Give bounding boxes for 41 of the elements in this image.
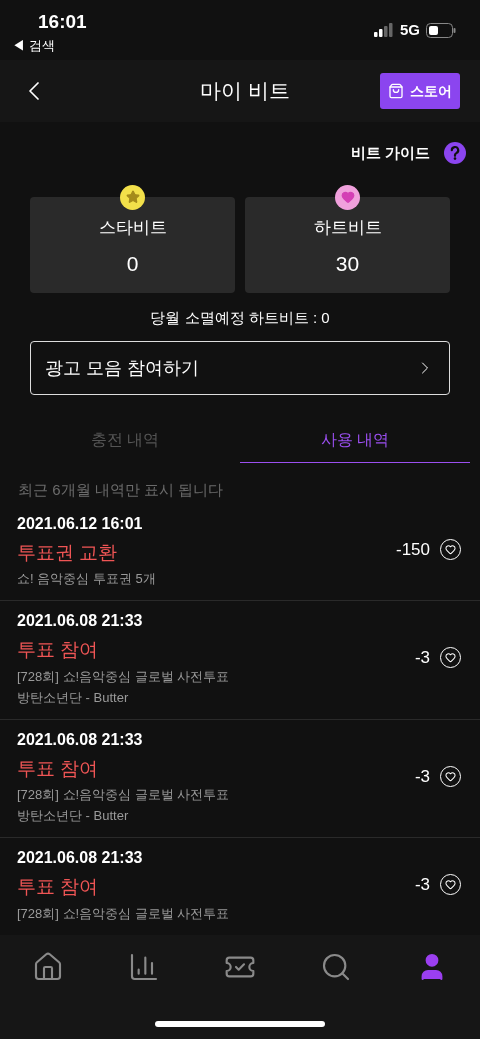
- history-amount: -3: [414, 765, 430, 788]
- history-detail: [728회] 쇼!음악중심 글로벌 사전투표: [17, 786, 230, 804]
- history-date: 2021.06.08 21:33: [17, 729, 144, 750]
- bar-chart-icon: [128, 951, 160, 983]
- history-date: 2021.06.12 16:01: [17, 513, 144, 534]
- history-detail: [728회] 쇼!음악중심 글로벌 사전투표: [17, 904, 230, 923]
- home-icon: [32, 951, 64, 983]
- balance-label: 하트비트: [313, 216, 382, 239]
- history-amount: -3: [414, 647, 430, 669]
- help-icon[interactable]: [444, 142, 466, 165]
- battery-icon: [426, 22, 456, 38]
- history-detail: 방탄소년단 - Butter: [17, 807, 130, 825]
- history-tab[interactable]: 사용 내역: [240, 417, 470, 463]
- history-amount: -3: [414, 873, 430, 896]
- page-title: 마이 비트: [200, 78, 290, 105]
- beat-guide-link[interactable]: 비트 가이드: [350, 142, 430, 165]
- balance-value: 30: [335, 251, 360, 277]
- history-title: 투표 참여: [17, 638, 100, 662]
- heart-coin-icon: [335, 184, 360, 210]
- search-icon: [320, 951, 352, 983]
- history-date: 2021.06.08 21:33: [17, 848, 144, 868]
- status-time: 16:01: [38, 10, 87, 34]
- history-detail: 쇼! 음악중심 투표권 5개: [17, 570, 156, 588]
- ad-collection-button[interactable]: 광고 모음 참여하기: [30, 341, 450, 395]
- star-coin-icon: [120, 184, 145, 210]
- balance-label: 스타비트: [98, 216, 167, 239]
- history-date: 2021.06.08 21:33: [17, 611, 144, 631]
- history-detail: 방탄소년단 - Butter: [17, 688, 130, 707]
- history-title: 투표권 교환: [17, 540, 119, 565]
- back-to-app-link[interactable]: ◀ 검색: [12, 36, 87, 56]
- shopping-bag-icon: [388, 83, 404, 99]
- signal-icon: [374, 23, 394, 37]
- network-label: 5G: [400, 19, 420, 40]
- store-button[interactable]: 스토어: [380, 73, 460, 109]
- history-amount: -150: [395, 539, 430, 561]
- history-title: 투표 참여: [17, 875, 100, 899]
- history-detail: [728회] 쇼!음악중심 글로벌 사전투표: [17, 667, 230, 686]
- balance-value: 0: [126, 251, 139, 277]
- history-title: 투표 참여: [17, 756, 100, 781]
- expiring-note: 당월 소멸예정 하트비트 : 0: [149, 307, 331, 328]
- notice-text: 최근 6개월 내역만 표시 됩니다: [17, 480, 224, 500]
